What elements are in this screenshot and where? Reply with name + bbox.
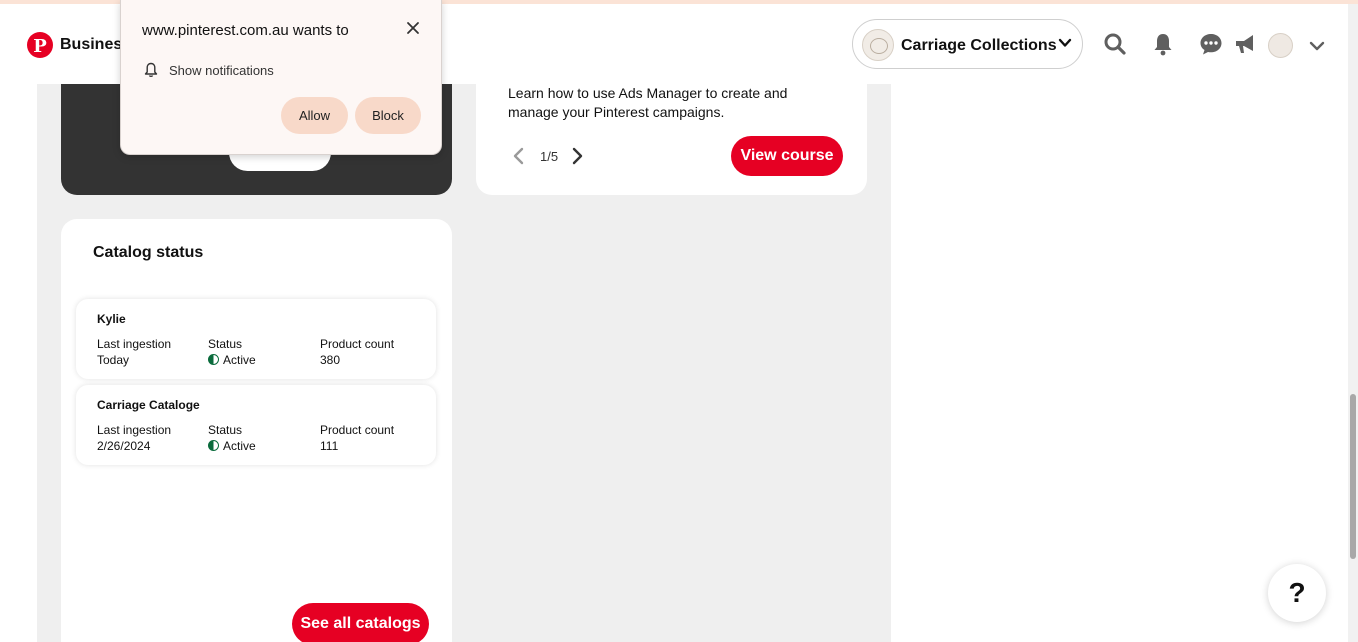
status-value: Active bbox=[223, 439, 256, 453]
allow-button[interactable]: Allow bbox=[281, 97, 348, 134]
ingestion-label: Last ingestion bbox=[97, 337, 172, 351]
catalog-item[interactable]: Carriage Cataloge Last ingestion 2/26/20… bbox=[76, 385, 436, 465]
search-icon[interactable] bbox=[1103, 32, 1127, 56]
bell-icon[interactable] bbox=[1151, 32, 1175, 56]
catalog-status-title: Catalog status bbox=[93, 244, 204, 261]
help-button[interactable]: ? bbox=[1268, 564, 1326, 622]
dashboard-content: Learn how to use Ads Manager to create a… bbox=[37, 84, 891, 642]
chat-icon[interactable] bbox=[1199, 32, 1223, 56]
pinterest-logo-icon[interactable]: P bbox=[27, 32, 53, 58]
avatar[interactable] bbox=[1268, 33, 1293, 58]
chevron-left-icon[interactable] bbox=[511, 147, 527, 165]
bell-icon bbox=[144, 62, 158, 78]
megaphone-icon[interactable] bbox=[1233, 32, 1257, 56]
catalog-ingestion: Last ingestion 2/26/2024 bbox=[97, 422, 171, 454]
scrollbar-thumb[interactable] bbox=[1350, 394, 1356, 559]
status-active-icon bbox=[208, 440, 219, 451]
ingestion-value: Today bbox=[97, 353, 130, 367]
catalog-name: Kylie bbox=[97, 312, 126, 326]
ads-course-card: Learn how to use Ads Manager to create a… bbox=[476, 84, 867, 195]
view-course-button[interactable]: View course bbox=[731, 136, 843, 176]
svg-text:P: P bbox=[33, 36, 47, 57]
status-label: Status bbox=[208, 423, 243, 437]
catalog-item[interactable]: Kylie Last ingestion Today Status Active… bbox=[76, 299, 436, 379]
account-name: Carriage Collections bbox=[901, 37, 1057, 54]
chevron-right-icon[interactable] bbox=[569, 147, 585, 165]
account-switcher-button[interactable]: Carriage Collections bbox=[852, 19, 1083, 69]
status-value: Active bbox=[223, 353, 256, 367]
status-label: Status bbox=[208, 337, 243, 351]
scrollbar[interactable] bbox=[1348, 4, 1358, 642]
account-avatar bbox=[862, 29, 894, 61]
catalog-status: Status Active bbox=[208, 336, 256, 368]
catalog-ingestion: Last ingestion Today bbox=[97, 336, 171, 368]
block-button[interactable]: Block bbox=[355, 97, 421, 134]
catalog-status-card: Catalog status Kylie Last ingestion Toda… bbox=[61, 219, 452, 642]
catalog-status: Status Active bbox=[208, 422, 256, 454]
chevron-down-icon bbox=[1058, 38, 1072, 47]
count-label: Product count bbox=[320, 423, 395, 437]
catalog-product-count: Product count 111 bbox=[320, 422, 394, 454]
catalog-product-count: Product count 380 bbox=[320, 336, 394, 368]
catalog-name: Carriage Cataloge bbox=[97, 398, 200, 412]
count-value: 380 bbox=[320, 353, 341, 367]
see-all-catalogs-button[interactable]: See all catalogs bbox=[292, 603, 429, 642]
status-active-icon bbox=[208, 354, 219, 365]
close-icon[interactable] bbox=[406, 21, 420, 35]
prompt-title: www.pinterest.com.au wants to bbox=[142, 22, 349, 39]
ingestion-value: 2/26/2024 bbox=[97, 439, 151, 453]
count-label: Product count bbox=[320, 337, 395, 351]
permission-label: Show notifications bbox=[169, 63, 274, 78]
chevron-down-icon[interactable] bbox=[1308, 37, 1326, 55]
ingestion-label: Last ingestion bbox=[97, 423, 172, 437]
count-value: 111 bbox=[320, 439, 339, 453]
ads-course-description: Learn how to use Ads Manager to create a… bbox=[508, 85, 788, 120]
notification-permission-prompt: www.pinterest.com.au wants to Show notif… bbox=[120, 0, 442, 155]
carousel-page-indicator: 1/5 bbox=[540, 149, 559, 164]
